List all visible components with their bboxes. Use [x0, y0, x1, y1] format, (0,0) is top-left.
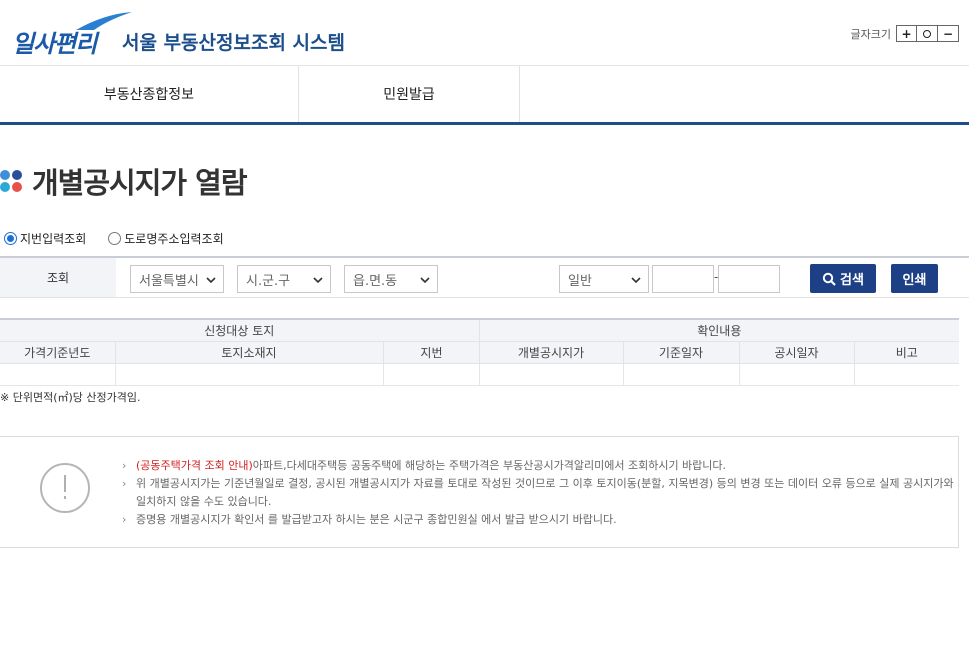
bullet-chevron-icon: ›	[122, 477, 127, 490]
district-select[interactable]: 시.군.구	[237, 265, 331, 293]
nav-item-civil-issuance[interactable]: 민원발급	[299, 66, 520, 122]
page-title-area: 개별공시지가 열람	[0, 160, 248, 202]
column-header: 토지소재지	[115, 340, 384, 364]
table-row	[0, 362, 960, 386]
chevron-down-icon	[313, 277, 323, 284]
page-title: 개별공시지가 열람	[32, 166, 248, 200]
info-box: › (공동주택가격 조회 안내)아파트,다세대주택등 공동주택에 해당하는 주택…	[0, 436, 959, 548]
result-table: 신청대상 토지 확인내용 가격기준년도 토지소재지 지번 개별공시지가 기준일자…	[0, 318, 960, 386]
sub-lot-number-input[interactable]	[718, 265, 780, 293]
search-label: 조회	[0, 258, 116, 297]
group-header-target-land: 신청대상 토지	[0, 318, 480, 342]
print-button[interactable]: 인쇄	[891, 264, 938, 293]
exclamation-icon	[40, 463, 90, 513]
column-header: 가격기준년도	[0, 340, 116, 364]
table-header-row: 가격기준년도 토지소재지 지번 개별공시지가 기준일자 공시일자 비고	[0, 340, 960, 364]
list-item: › 위 개별공시지가는 기준년월일로 결정, 공시된 개별공시지가 자료를 토대…	[122, 477, 954, 508]
dong-select[interactable]: 읍.면.동	[344, 265, 438, 293]
radio-road-address-search[interactable]: 도로명주소입력조회	[108, 230, 224, 247]
lot-type-select[interactable]: 일반	[559, 265, 649, 293]
table-group-header-row: 신청대상 토지 확인내용	[0, 318, 960, 342]
search-button[interactable]: 검색	[810, 264, 876, 293]
unit-note: ※ 단위면적(㎡)당 산정가격임.	[0, 391, 141, 404]
list-item: › 증명용 개별공시지가 확인서 를 발급받고자 하시는 분은 시군구 종합민원…	[122, 511, 962, 529]
font-decrease-button[interactable]: −	[938, 25, 959, 42]
bullet-chevron-icon: ›	[122, 459, 127, 472]
radio-label: 도로명주소입력조회	[124, 232, 224, 246]
search-bar: 조회 서울특별시 시.군.구 읍.면.동 일반 - 검색 인쇄	[0, 256, 969, 298]
bullet-chevron-icon: ›	[122, 513, 127, 526]
font-reset-button[interactable]	[917, 25, 938, 42]
site-header: 일사편리 서울 부동산정보조회 시스템 글자크기 + −	[0, 0, 969, 66]
column-header: 비고	[854, 340, 960, 364]
search-mode-radios: 지번입력조회 도로명주소입력조회	[4, 230, 246, 247]
city-select[interactable]: 서울특별시	[130, 265, 224, 293]
chevron-down-icon	[420, 277, 430, 284]
column-header: 지번	[383, 340, 480, 364]
nav-item-real-estate-info[interactable]: 부동산종합정보	[0, 66, 299, 122]
main-nav: 부동산종합정보 민원발급	[0, 66, 969, 125]
info-list: › (공동주택가격 조회 안내)아파트,다세대주택등 공동주택에 해당하는 주택…	[122, 457, 962, 529]
chevron-down-icon	[206, 277, 216, 284]
chevron-down-icon	[631, 277, 641, 284]
title-dots-icon	[0, 170, 22, 192]
column-header: 기준일자	[623, 340, 740, 364]
apartment-price-link[interactable]: (공동주택가격 조회 안내)	[136, 459, 253, 472]
font-increase-button[interactable]: +	[896, 25, 917, 42]
group-header-confirmation: 확인내용	[479, 318, 960, 342]
column-header: 개별공시지가	[479, 340, 624, 364]
column-header: 공시일자	[739, 340, 855, 364]
radio-label: 지번입력조회	[20, 232, 87, 246]
radio-button[interactable]	[108, 232, 122, 245]
reset-circle-icon	[923, 29, 931, 38]
main-lot-number-input[interactable]	[652, 265, 714, 293]
list-item: › (공동주택가격 조회 안내)아파트,다세대주택등 공동주택에 해당하는 주택…	[122, 457, 962, 475]
search-icon	[822, 272, 836, 286]
radio-lot-number-search[interactable]: 지번입력조회	[4, 230, 86, 247]
site-logo[interactable]: 일사편리 서울 부동산정보조회 시스템	[12, 8, 357, 58]
logo-main-text: 일사편리	[12, 30, 97, 58]
logo-sub-text: 서울 부동산정보조회 시스템	[122, 32, 345, 54]
radio-button[interactable]	[4, 232, 17, 245]
font-size-control: 글자크기 + −	[851, 25, 959, 42]
font-size-label: 글자크기	[850, 27, 891, 41]
